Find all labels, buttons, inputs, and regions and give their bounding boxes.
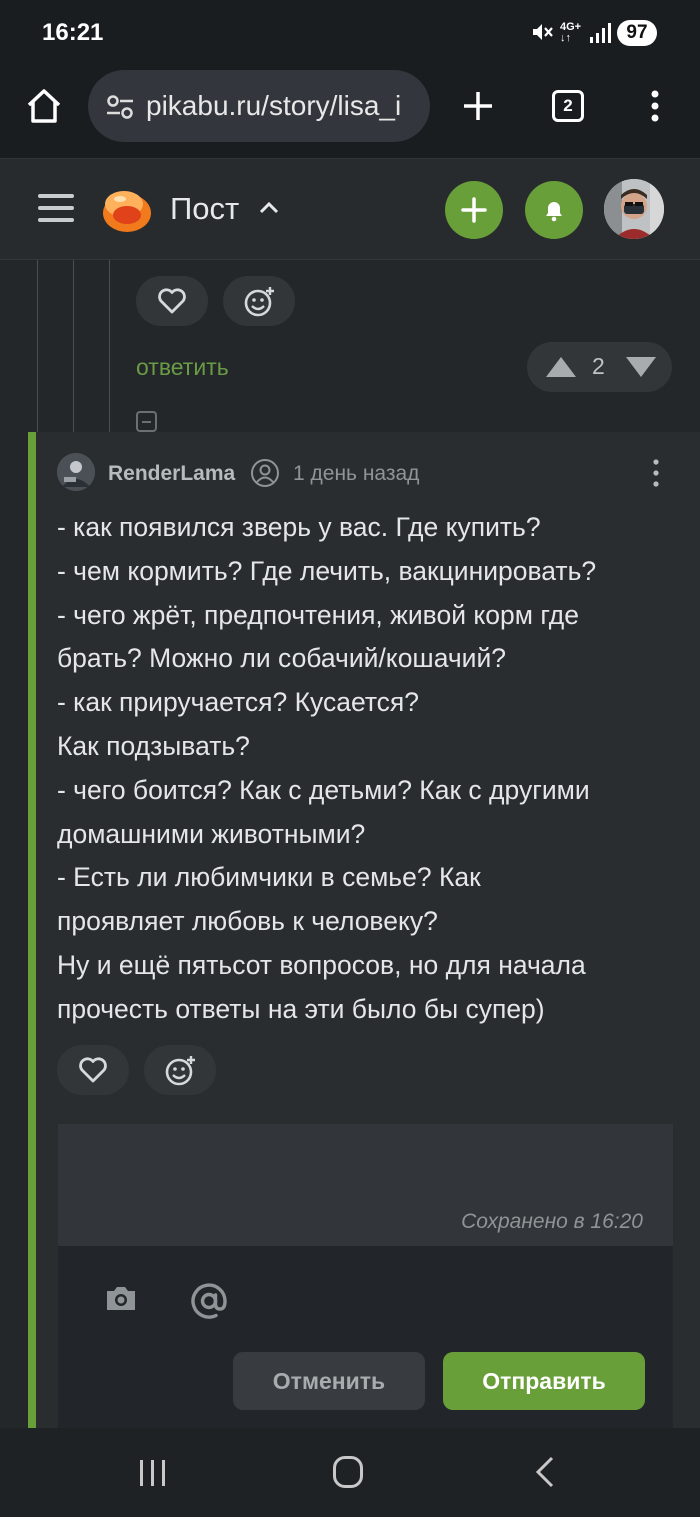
- send-button[interactable]: Отправить: [443, 1352, 645, 1410]
- comments-thread: ответить 2 RenderLama 1 день назад - как…: [0, 260, 700, 1429]
- address-bar[interactable]: pikabu.ru/story/lisa_i: [88, 70, 430, 142]
- status-bar: 16:21 4G+ ↓↑ 97: [0, 0, 700, 66]
- comment-line: проявляет любовь к человеку?: [57, 906, 438, 937]
- url-text: pikabu.ru/story/lisa_i: [146, 90, 402, 121]
- collapse-thread-icon[interactable]: [136, 411, 157, 432]
- camera-icon[interactable]: [104, 1284, 138, 1312]
- like-button[interactable]: [136, 276, 208, 326]
- vote-down-icon[interactable]: [625, 356, 657, 378]
- battery-indicator: 97: [617, 20, 657, 46]
- avatar-image: [57, 453, 95, 491]
- recent-apps-icon[interactable]: [138, 1458, 168, 1488]
- add-reaction-button[interactable]: [223, 276, 295, 326]
- browser-home-icon[interactable]: [24, 86, 64, 126]
- add-reaction-button[interactable]: [144, 1045, 216, 1095]
- comment-line: Как подзывать?: [57, 730, 250, 761]
- thread-line: [73, 260, 74, 432]
- comment-line: - Есть ли любимчики в семье? Как: [57, 862, 481, 893]
- comment-timestamp: 1 день назад: [293, 462, 420, 485]
- thread-line: [109, 260, 110, 432]
- comment-line: брать? Можно ли собачий/кошачий?: [57, 643, 506, 674]
- mention-icon[interactable]: [190, 1282, 228, 1320]
- mute-icon: [533, 24, 553, 40]
- pikabu-logo-icon[interactable]: [100, 185, 154, 235]
- user-avatar[interactable]: [604, 179, 664, 239]
- browser-menu-icon[interactable]: [645, 86, 665, 126]
- rating-widget: 2: [527, 342, 672, 392]
- site-settings-icon[interactable]: [106, 94, 134, 120]
- editor-toolbar: Отменить Отправить: [58, 1246, 673, 1429]
- network-type: 4G+ ↓↑: [560, 21, 582, 44]
- system-navigation-bar: [0, 1428, 700, 1517]
- notifications-button[interactable]: [525, 181, 583, 239]
- new-tab-icon[interactable]: [458, 86, 498, 126]
- reply-link[interactable]: ответить: [136, 354, 229, 381]
- more-options-icon[interactable]: [648, 458, 664, 488]
- comment-line: - чего боится? Как с детьми? Как с други…: [57, 774, 590, 805]
- add-emoji-icon: [244, 287, 274, 317]
- comment-line: - чего жрёт, предпочтения, живой корм гд…: [57, 599, 579, 630]
- like-button[interactable]: [57, 1045, 129, 1095]
- comment-author[interactable]: RenderLama: [108, 462, 235, 486]
- user-profile-icon: [251, 459, 279, 487]
- vote-up-icon[interactable]: [545, 356, 577, 378]
- back-icon[interactable]: [534, 1456, 556, 1488]
- plus-icon: [461, 197, 487, 223]
- add-post-button[interactable]: [445, 181, 503, 239]
- comment-card: RenderLama 1 день назад - как появился з…: [28, 432, 700, 1429]
- thread-line: [37, 260, 38, 432]
- chevron-up-icon[interactable]: [258, 199, 280, 215]
- status-time: 16:21: [42, 19, 104, 46]
- reply-editor[interactable]: Сохранено в 16:20 Отменить Отправить: [58, 1124, 673, 1429]
- signal-icon: [590, 23, 611, 43]
- cancel-button[interactable]: Отменить: [233, 1352, 425, 1410]
- tab-switcher-button[interactable]: 2: [552, 90, 584, 122]
- comment-line: - как появился зверь у вас. Где купить?: [57, 512, 541, 542]
- comment-line: - как приручается? Кусается?: [57, 687, 419, 718]
- heart-icon: [79, 1057, 107, 1083]
- comment-body: - как появился зверь у вас. Где купить? …: [57, 506, 677, 1032]
- heart-icon: [158, 288, 186, 314]
- bell-icon: [546, 202, 562, 222]
- page-title[interactable]: Пост: [170, 191, 239, 227]
- comment-line: Ну и ещё пятьсот вопросов, но для начала: [57, 949, 586, 980]
- browser-toolbar: pikabu.ru/story/lisa_i 2: [0, 66, 700, 158]
- hamburger-menu-icon[interactable]: [38, 192, 74, 224]
- comment-line: прочесть ответы на эти было бы супер): [57, 993, 545, 1024]
- comment-author-avatar[interactable]: [57, 453, 95, 491]
- comment-line: домашними животными?: [57, 818, 366, 849]
- add-emoji-icon: [165, 1056, 195, 1086]
- draft-saved-status: Сохранено в 16:20: [461, 1210, 643, 1233]
- avatar-image: [604, 179, 664, 239]
- app-header: Пост: [0, 158, 700, 260]
- rating-count: 2: [592, 353, 605, 379]
- system-home-icon[interactable]: [333, 1456, 363, 1488]
- comment-line: - чем кормить? Где лечить, вакцинировать…: [57, 555, 597, 586]
